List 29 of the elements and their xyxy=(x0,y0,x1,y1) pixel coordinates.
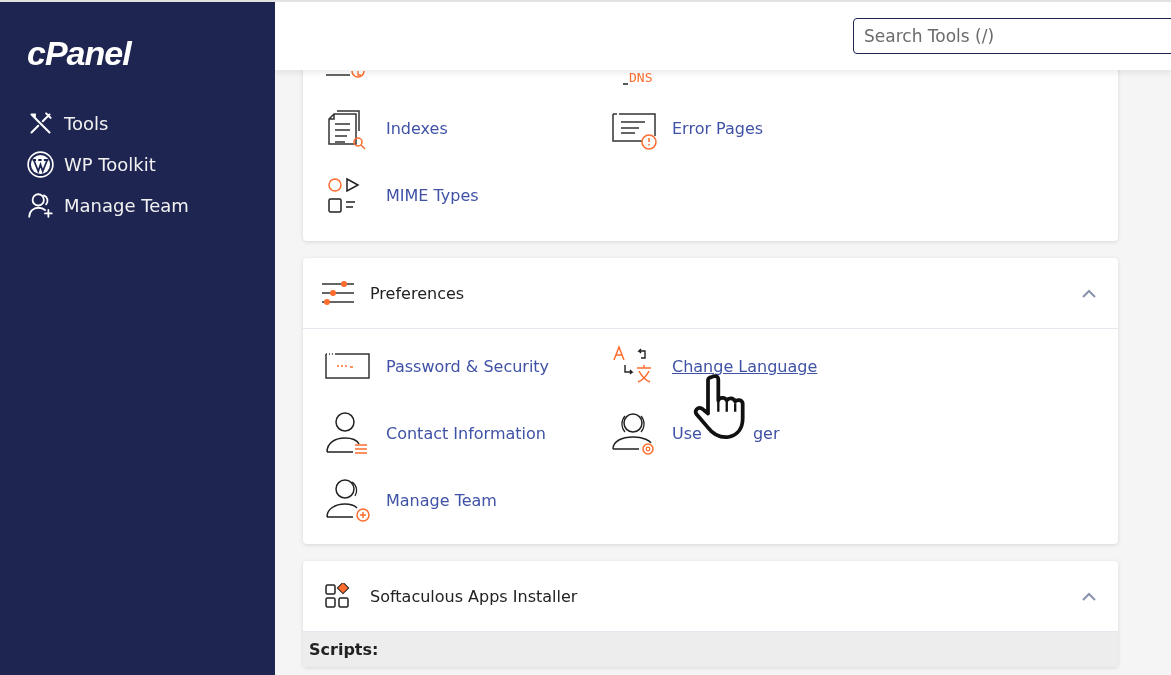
section-title: Softaculous Apps Installer xyxy=(370,586,579,606)
sidebar-item[interactable]: WP Toolkit xyxy=(27,151,156,178)
tool-link[interactable]: Indexes xyxy=(386,119,448,138)
tool-link[interactable]: Contact Information xyxy=(386,424,546,443)
sidebar-item[interactable]: Manage Team xyxy=(27,192,189,219)
tool-link-end[interactable]: ger xyxy=(752,424,780,443)
add-user-icon xyxy=(325,477,371,524)
sidebar-item-label: Manage Team xyxy=(64,195,189,216)
sidebar-item-label: WP Toolkit xyxy=(64,154,156,175)
section-title: Preferences xyxy=(370,283,466,303)
sidebar-item-label: Tools xyxy=(64,113,109,134)
add-user-icon xyxy=(27,192,54,219)
search-field[interactable]: Search Tools (/) xyxy=(853,18,1171,54)
tool-link[interactable]: Change Language xyxy=(672,357,818,376)
tools-icon xyxy=(27,110,54,137)
logo[interactable]: cPanel xyxy=(27,36,131,70)
tool-link[interactable]: Use xyxy=(672,424,702,443)
tool-link[interactable]: Password & Security xyxy=(386,357,550,376)
tool-link[interactable]: Manage Team xyxy=(386,491,497,510)
chevron-up-icon[interactable] xyxy=(1082,288,1096,298)
user-settings-icon xyxy=(611,410,657,457)
tool-link[interactable]: MIME Types xyxy=(386,186,479,205)
subheading: Scripts: xyxy=(303,632,1118,667)
section-header[interactable]: Preferences xyxy=(303,258,1118,329)
chevron-up-icon[interactable] xyxy=(1082,591,1096,601)
tool-link[interactable]: Error Pages xyxy=(672,119,764,138)
sliders-icon xyxy=(321,280,355,306)
wordpress-icon xyxy=(27,151,54,178)
sidebar-item[interactable]: Tools xyxy=(27,110,109,137)
